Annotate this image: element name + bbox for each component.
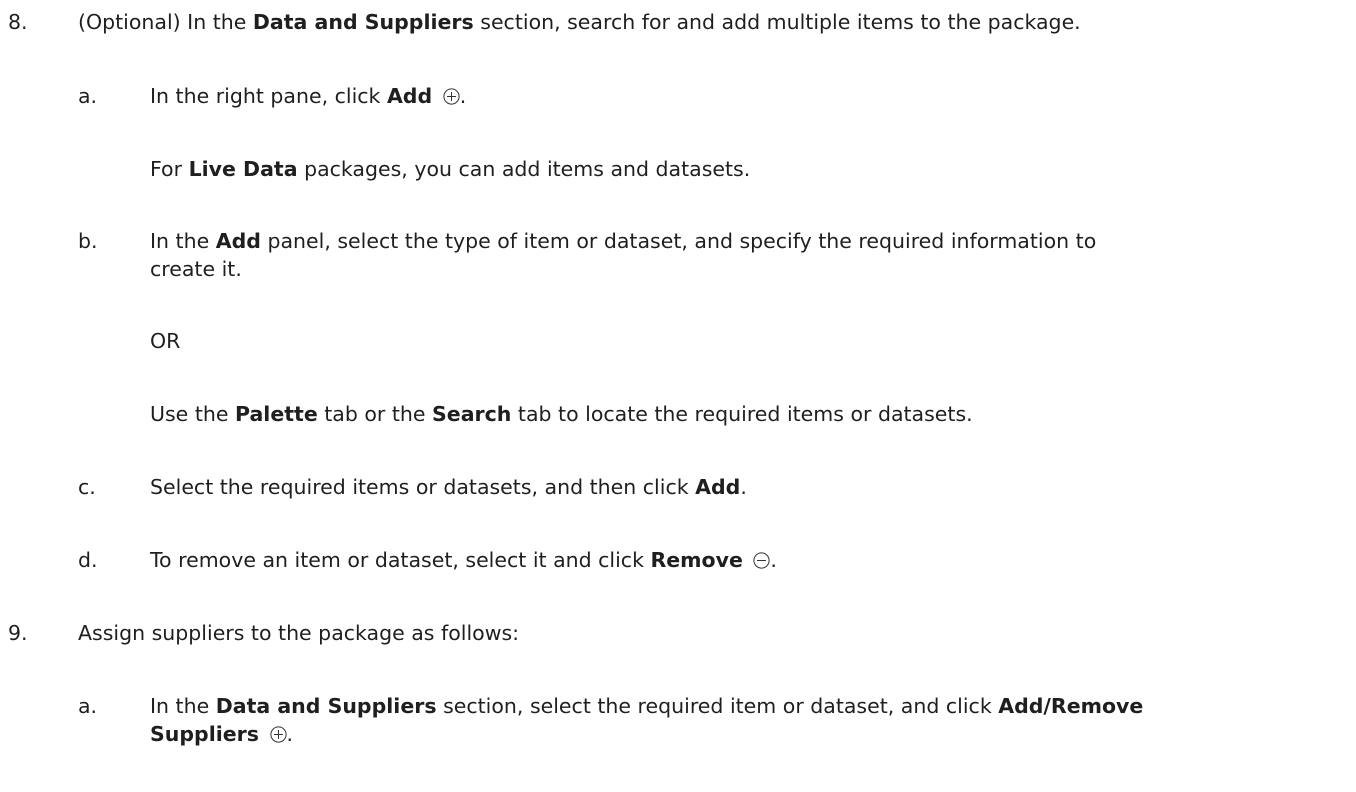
substep-text: To remove an item or dataset, select it … bbox=[150, 546, 777, 574]
substep-text: In the Add panel, select the type of ite… bbox=[150, 227, 1096, 255]
text-run: section, select the required item or dat… bbox=[436, 694, 999, 718]
substep-note: For Live Data packages, you can add item… bbox=[150, 155, 750, 183]
text-run: To remove an item or dataset, select it … bbox=[150, 548, 651, 572]
bold-term: Add bbox=[215, 229, 261, 253]
or-separator: OR bbox=[150, 329, 181, 353]
text-run: . bbox=[286, 722, 294, 746]
bold-term: Search bbox=[432, 402, 512, 426]
add-circle-icon bbox=[269, 726, 287, 743]
text-run: . bbox=[770, 548, 777, 572]
bold-term: Add bbox=[695, 475, 741, 499]
bold-term: Data and Suppliers bbox=[252, 10, 474, 34]
substep-text: Select the required items or datasets, a… bbox=[150, 473, 747, 501]
text-run: For bbox=[150, 157, 189, 181]
bold-term: Live Data bbox=[188, 157, 298, 181]
text-run: packages, you can add items and datasets… bbox=[297, 157, 751, 181]
step-text: Assign suppliers to the package as follo… bbox=[78, 621, 520, 645]
step-text: (Optional) In the Data and Suppliers sec… bbox=[78, 8, 1081, 36]
text-run: In the bbox=[150, 694, 216, 718]
bold-term: Add/Remove bbox=[998, 694, 1144, 718]
text-run: . bbox=[740, 475, 747, 499]
step-number: 8. bbox=[8, 10, 28, 34]
substep-letter: b. bbox=[78, 229, 98, 253]
substep-text: In the Data and Suppliers section, selec… bbox=[150, 692, 1143, 720]
add-circle-icon bbox=[443, 88, 460, 105]
text-run bbox=[432, 84, 439, 108]
bold-term: Palette bbox=[234, 402, 318, 426]
text-run: tab to locate the required items or data… bbox=[511, 402, 973, 426]
text-run: tab or the bbox=[317, 402, 433, 426]
substep-letter: a. bbox=[78, 84, 98, 108]
text-run: (Optional) In the bbox=[78, 10, 253, 34]
text-run: section, search for and add multiple ite… bbox=[473, 10, 1081, 34]
text-run bbox=[259, 722, 266, 746]
bold-term: Suppliers bbox=[150, 722, 259, 746]
step-number: 9. bbox=[8, 621, 28, 645]
bold-term: Remove bbox=[650, 548, 743, 572]
substep-letter: c. bbox=[78, 475, 96, 499]
text-run: In the bbox=[150, 229, 216, 253]
substep-text-continued: create it. bbox=[150, 257, 242, 281]
substep-letter: d. bbox=[78, 548, 98, 572]
substep-letter: a. bbox=[78, 694, 98, 718]
text-run: Select the required items or datasets, a… bbox=[150, 475, 696, 499]
substep-text: In the right pane, click Add . bbox=[150, 82, 466, 110]
bold-term: Add bbox=[386, 84, 433, 108]
bold-term: Data and Suppliers bbox=[215, 694, 437, 718]
substep-text-continued: Suppliers . bbox=[150, 720, 293, 748]
remove-circle-icon bbox=[753, 552, 771, 569]
text-run: In the right pane, click bbox=[150, 84, 387, 108]
substep-alternative: Use the Palette tab or the Search tab to… bbox=[150, 400, 973, 428]
text-run: . bbox=[459, 84, 467, 108]
text-run: Use the bbox=[150, 402, 235, 426]
text-run: panel, select the type of item or datase… bbox=[260, 229, 1097, 253]
text-run bbox=[743, 548, 750, 572]
